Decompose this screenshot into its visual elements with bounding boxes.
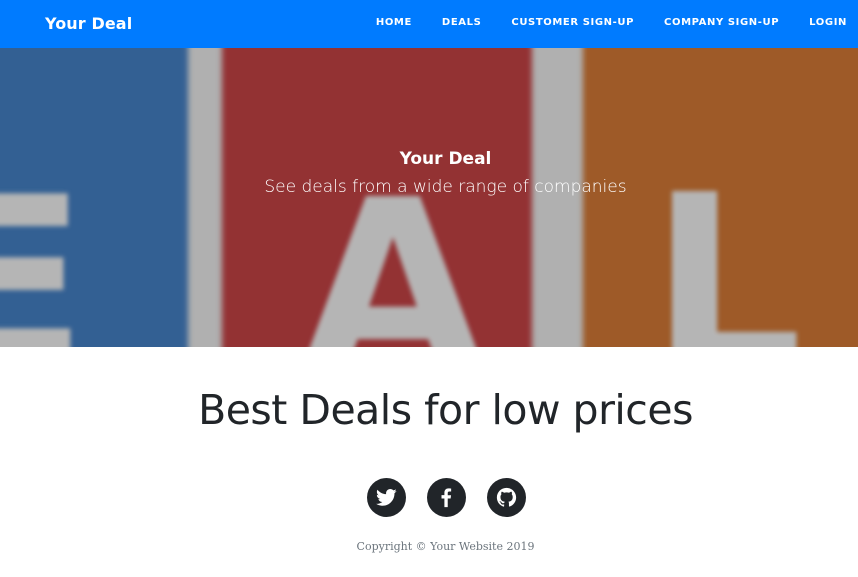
facebook-button[interactable]: [427, 478, 466, 517]
hero-subtitle: See deals from a wide range of companies: [264, 177, 627, 197]
navbar: Your Deal HOME DEALS CUSTOMER SIGN-UP CO…: [0, 0, 858, 48]
hero-banner: E A L Your Deal See deals from a wide ra…: [0, 48, 858, 347]
nav-deals-link[interactable]: DEALS: [442, 17, 481, 28]
facebook-icon: [441, 488, 452, 508]
twitter-button[interactable]: [367, 478, 406, 517]
page-heading: Best Deals for low prices: [198, 386, 693, 434]
nav-home-link[interactable]: HOME: [376, 17, 412, 28]
hero-overlay: [0, 48, 858, 347]
nav-company-signup-link[interactable]: COMPANY SIGN-UP: [664, 17, 779, 28]
nav-login-link[interactable]: LOGIN: [809, 17, 847, 28]
nav-customer-signup-link[interactable]: CUSTOMER SIGN-UP: [511, 17, 634, 28]
twitter-icon: [376, 489, 397, 506]
social-links: [367, 478, 526, 517]
brand-link[interactable]: Your Deal: [45, 14, 132, 33]
github-icon: [496, 487, 517, 507]
github-button[interactable]: [487, 478, 526, 517]
copyright-text: Copyright © Your Website 2019: [356, 540, 535, 553]
nav-links: HOME DEALS CUSTOMER SIGN-UP COMPANY SIGN…: [376, 17, 847, 28]
hero-title: Your Deal: [399, 149, 492, 169]
